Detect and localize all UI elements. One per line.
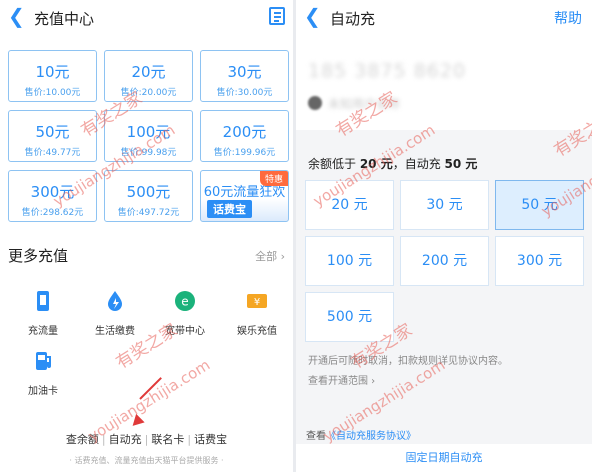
avatar (308, 96, 322, 110)
service-label: 宽带中心 (165, 326, 205, 337)
link-auto-recharge[interactable]: 自动充 (109, 433, 142, 446)
auto-recharge-rule: 余额低于 20 元，自动充 50 元 (308, 155, 477, 172)
tile-price: 售价:20.00元 (120, 88, 177, 98)
amount-tile[interactable]: 200元 售价:199.96元 (200, 110, 289, 162)
amount-tile[interactable]: 10元 售价:10.00元 (8, 50, 97, 102)
rule-prefix: 余额低于 (308, 157, 360, 171)
service-utility-bills[interactable]: 生活缴费 (80, 290, 150, 337)
service-data-recharge[interactable]: 充流量 (8, 290, 78, 337)
amount-tile[interactable]: 20元 售价:20.00元 (104, 50, 193, 102)
view-all-label: 全部 (255, 250, 278, 263)
special-offer-tile[interactable]: 特惠 60元流量狂欢 话费宝 (200, 170, 289, 222)
divider: | (144, 433, 149, 446)
rule-amount: 50 元 (444, 157, 478, 171)
link-cobrand-card[interactable]: 联名卡 (151, 433, 184, 446)
rule-threshold: 20 元 (359, 157, 393, 171)
back-arrow-icon[interactable]: ❮ (8, 6, 25, 26)
tile-amount: 30元 (227, 63, 262, 81)
header-bar: ❮ 充值中心 (0, 0, 293, 34)
tile-price: 售价:298.62元 (21, 208, 84, 218)
view-all-link[interactable]: 全部 › (255, 248, 285, 264)
tile-amount: 10元 (35, 63, 70, 81)
huafeibao-brand: 话费宝 (207, 200, 252, 218)
tile-amount: 20元 (131, 63, 166, 81)
more-recharge-heading: 更多充值 (8, 247, 69, 265)
recharge-option[interactable]: 500 元 (305, 292, 394, 342)
svg-text:¥: ¥ (254, 297, 260, 308)
cancel-note: 开通后可随时取消，扣款规则详见协议内容。 (308, 356, 508, 367)
user-name-blurred: 未知用户名称 (328, 97, 401, 111)
recharge-center-screen: ❮ 充值中心 10元 售价:10.00元 20元 售价:20.00元 30元 售… (0, 0, 293, 472)
tile-price: 售价:497.72元 (117, 208, 180, 218)
broadband-icon: e (174, 290, 196, 312)
divider: | (101, 433, 106, 446)
header-bar: ❮ 自动充 帮助 (296, 0, 592, 34)
amount-tile[interactable]: 30元 售价:30.00元 (200, 50, 289, 102)
special-flag-badge: 特惠 (259, 171, 288, 186)
service-entertainment[interactable]: ¥ 娱乐充值 (222, 290, 292, 337)
tile-amount: 200元 (222, 123, 267, 141)
recharge-option[interactable]: 20 元 (305, 180, 394, 230)
tile-price: 售价:199.96元 (213, 148, 276, 158)
rule-mid: ，自动充 (392, 157, 445, 171)
link-check-balance[interactable]: 查余额 (66, 433, 99, 446)
back-arrow-icon[interactable]: ❮ (304, 6, 321, 26)
link-huafeibao[interactable]: 话费宝 (194, 433, 227, 446)
tile-amount: 100元 (126, 123, 171, 141)
recharge-option[interactable]: 300 元 (495, 236, 584, 286)
page-title: 自动充 (330, 10, 376, 28)
amount-tile[interactable]: 500元 售价:497.72元 (104, 170, 193, 222)
agreement-line: 查看《自动充服务协议》 (306, 427, 416, 442)
annotation-arrowhead (128, 413, 145, 431)
help-button[interactable]: 帮助 (554, 8, 582, 28)
tile-price: 售价:49.77元 (24, 148, 81, 158)
service-fuel-card[interactable]: 加油卡 (8, 350, 78, 397)
tile-amount: 300元 (30, 183, 75, 201)
service-label: 娱乐充值 (237, 326, 277, 337)
agreement-link[interactable]: 《自动充服务协议》 (326, 431, 416, 442)
view-scope-link[interactable]: 查看开通范围 › (308, 372, 375, 387)
service-label: 生活缴费 (95, 326, 135, 337)
service-label: 加油卡 (28, 386, 58, 397)
service-label: 充流量 (28, 326, 58, 337)
service-footer: · 话费充值、流量充值由天猫平台提供服务 · (69, 456, 224, 465)
account-info-card: 185 3875 8620 未知用户名称 (296, 34, 592, 130)
tile-price: 售价:99.98元 (120, 148, 177, 158)
phone-number-blurred: 185 3875 8620 (308, 60, 467, 82)
amount-tile[interactable]: 100元 售价:99.98元 (104, 110, 193, 162)
fuel-pump-icon (32, 350, 54, 372)
svg-text:e: e (181, 295, 188, 309)
amount-tile[interactable]: 50元 售价:49.77元 (8, 110, 97, 162)
data-card-icon (32, 290, 54, 312)
bottom-links: 查余额 | 自动充 | 联名卡 | 话费宝 (0, 431, 293, 447)
tile-price: 售价:30.00元 (216, 88, 273, 98)
tile-amount: 500元 (126, 183, 171, 201)
auto-recharge-screen: ❮ 自动充 帮助 185 3875 8620 未知用户名称 余额低于 20 元，… (296, 0, 592, 472)
agreement-prefix: 查看 (306, 431, 326, 442)
divider: | (187, 433, 192, 446)
recharge-option-selected[interactable]: 50 元 (495, 180, 584, 230)
water-drop-icon (104, 290, 126, 312)
recharge-option[interactable]: 100 元 (305, 236, 394, 286)
amount-tile[interactable]: 300元 售价:298.62元 (8, 170, 97, 222)
fixed-date-auto-recharge-button[interactable]: 固定日期自动充 (296, 444, 592, 472)
page-title: 充值中心 (34, 10, 95, 28)
service-broadband[interactable]: e 宽带中心 (150, 290, 220, 337)
tile-price: 售价:10.00元 (24, 88, 81, 98)
ticket-icon: ¥ (246, 290, 268, 312)
annotation-arrow (139, 377, 162, 400)
recharge-option[interactable]: 200 元 (400, 236, 489, 286)
recharge-option[interactable]: 30 元 (400, 180, 489, 230)
document-icon[interactable] (269, 7, 285, 25)
tile-amount: 50元 (35, 123, 70, 141)
